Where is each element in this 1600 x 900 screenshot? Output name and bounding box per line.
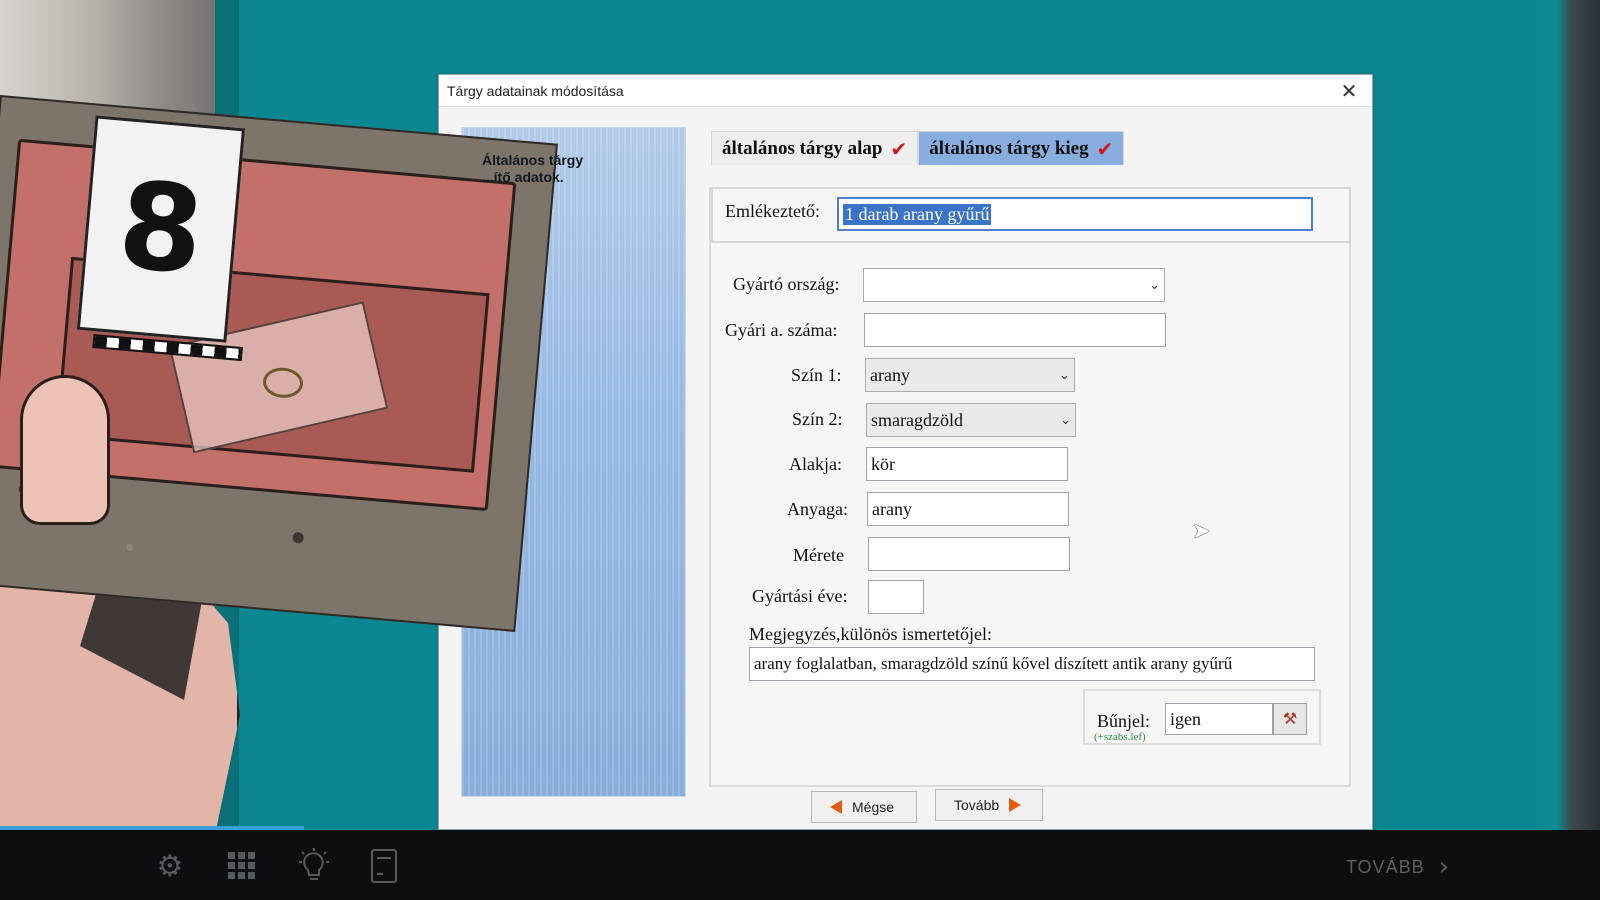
tool-icon: ⚒ — [1282, 711, 1298, 728]
chevron-down-icon: ⌄ — [1149, 277, 1160, 293]
close-icon[interactable]: ✕ — [1334, 79, 1364, 103]
check-icon: ✔ — [890, 136, 908, 161]
cancel-label: Mégse — [852, 799, 895, 815]
tab-general-basic[interactable]: általános tárgy alap ✔ — [711, 131, 919, 165]
shape-label: Alakja: — [789, 454, 842, 474]
arrow-left-icon — [830, 800, 842, 814]
shape-field[interactable]: kör — [866, 447, 1068, 481]
material-value: arany — [872, 498, 912, 519]
tab-general-extra[interactable]: általános tárgy kieg ✔ — [918, 131, 1125, 165]
serial-field[interactable] — [864, 313, 1166, 347]
tab-strip: általános tárgy alap ✔ általános tárgy k… — [711, 131, 1125, 165]
size-label: Mérete — [793, 545, 844, 565]
chevron-right-icon: › — [1438, 852, 1450, 882]
note-field[interactable]: arany foglalatban, smaragdzöld színű kőv… — [749, 647, 1315, 681]
lightbulb-icon[interactable] — [294, 846, 334, 886]
next-button[interactable]: Tovább — [935, 789, 1043, 821]
monitor-rim — [1528, 0, 1600, 830]
evidence-marker: 8 — [76, 115, 246, 343]
memo-value: 1 darab arany gyűrű — [843, 203, 992, 225]
chevron-down-icon: ⌄ — [1060, 412, 1071, 428]
memo-label: Emlékeztető: — [725, 201, 820, 221]
dialog-titlebar: Tárgy adatainak módosítása ✕ — [439, 75, 1372, 107]
side-panel-text: Általános tárgy ...ítő adatok. — [482, 152, 584, 185]
evidence-picker-button[interactable]: ⚒ — [1273, 703, 1307, 735]
color1-label: Szín 1: — [791, 365, 842, 385]
dialog-title: Tárgy adatainak módosítása — [447, 82, 624, 99]
size-field[interactable] — [868, 537, 1070, 571]
marker-number: 8 — [113, 156, 209, 302]
chevron-down-icon: ⌄ — [1059, 367, 1070, 383]
shape-value: kör — [871, 453, 895, 474]
evidence-label: Bűnjel: — [1097, 711, 1150, 731]
tab-label: általános tárgy alap — [722, 137, 883, 159]
note-value: arany foglalatban, smaragdzöld színű kőv… — [754, 654, 1233, 673]
item-edit-dialog: Tárgy adatainak módosítása ✕ Általános t… — [438, 74, 1373, 830]
serial-label: Gyári a. száma: — [725, 320, 838, 340]
color2-label: Szín 2: — [792, 409, 843, 429]
color2-select[interactable]: smaragdzöld ⌄ — [866, 403, 1076, 437]
evidence-photo: 8 — [0, 95, 558, 632]
next-step-label: TOVÁBB — [1345, 856, 1425, 877]
memo-field[interactable]: 1 darab arany gyűrű — [837, 197, 1313, 231]
cancel-button[interactable]: Mégse — [811, 791, 917, 823]
notebook-icon[interactable] — [364, 846, 404, 886]
material-field[interactable]: arany — [867, 492, 1069, 526]
thumb-illustration — [20, 375, 110, 525]
evidence-sublabel: (+szabs.lef) — [1094, 731, 1146, 743]
year-field[interactable] — [868, 580, 924, 614]
grid-icon[interactable] — [222, 846, 262, 886]
progress-bar — [0, 826, 304, 830]
arrow-right-icon — [1009, 798, 1022, 812]
color1-value: arany — [870, 364, 910, 385]
gear-icon[interactable]: ⚙ — [150, 846, 190, 886]
check-icon: ✔ — [1096, 136, 1114, 161]
color1-select[interactable]: arany ⌄ — [865, 358, 1075, 392]
country-label: Gyártó ország: — [733, 274, 840, 294]
country-select[interactable]: ⌄ — [863, 268, 1165, 302]
year-label: Gyártási éve: — [752, 586, 848, 606]
material-label: Anyaga: — [787, 499, 848, 519]
color2-value: smaragdzöld — [871, 409, 963, 430]
next-step-button[interactable]: TOVÁBB › — [1346, 852, 1450, 882]
mouse-cursor-icon: ➤ — [1192, 519, 1211, 544]
evidence-value: igen — [1170, 708, 1201, 729]
next-label: Tovább — [954, 797, 1000, 813]
tab-label: általános tárgy kieg — [929, 137, 1089, 159]
note-label: Megjegyzés,különös ismertetőjel: — [749, 624, 992, 644]
evidence-field[interactable]: igen — [1165, 703, 1273, 735]
